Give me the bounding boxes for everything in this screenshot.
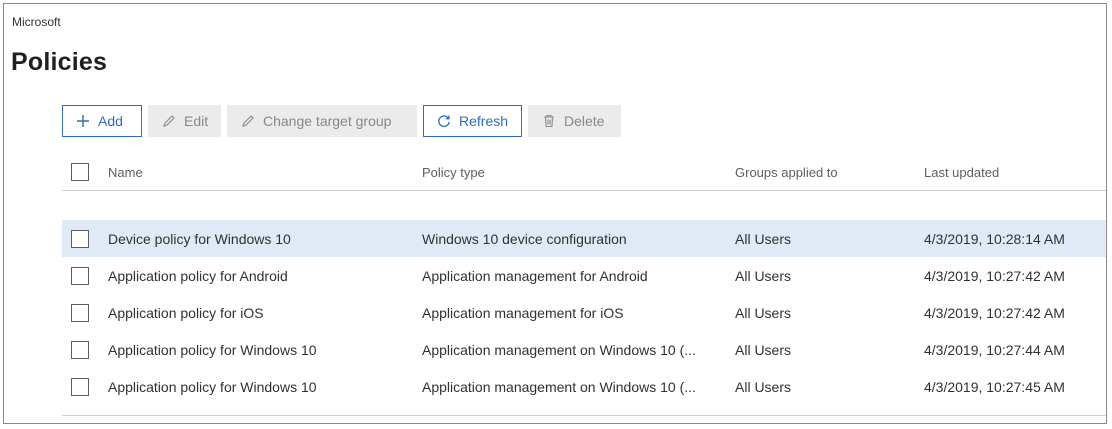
brand-label: Microsoft <box>12 15 61 29</box>
table-row[interactable]: Application policy for Android Applicati… <box>62 257 1106 294</box>
row-checkbox[interactable] <box>71 266 89 285</box>
table-row[interactable]: Device policy for Windows 10 Windows 10 … <box>62 220 1106 257</box>
edit-button-label: Edit <box>184 113 209 129</box>
cell-groups: All Users <box>735 267 792 284</box>
refresh-button-label: Refresh <box>459 113 509 129</box>
column-header-groups[interactable]: Groups applied to <box>735 154 915 190</box>
add-button-label: Add <box>98 113 123 129</box>
cell-name: Application policy for Windows 10 <box>108 378 317 395</box>
cell-last-updated: 4/3/2019, 10:28:14 AM <box>924 230 1065 247</box>
row-checkbox[interactable] <box>71 340 89 359</box>
cell-policy-type: Application management on Windows 10 (..… <box>422 378 696 395</box>
trash-icon <box>540 112 558 130</box>
cell-name: Application policy for Android <box>108 267 288 284</box>
change-target-group-button[interactable]: Change target group <box>227 105 417 137</box>
command-bar: Add Edit Change target group Refresh Del… <box>62 104 627 138</box>
cell-name: Device policy for Windows 10 <box>108 230 291 247</box>
cell-groups: All Users <box>735 341 792 358</box>
cell-policy-type: Application management for Android <box>422 267 648 284</box>
change-target-group-button-label: Change target group <box>263 113 392 129</box>
edit-button[interactable]: Edit <box>148 105 221 137</box>
select-all-checkbox[interactable] <box>71 163 89 181</box>
table-bottom-divider <box>62 415 1106 416</box>
plus-icon <box>74 112 92 130</box>
table-row[interactable]: Application policy for Windows 10 Applic… <box>62 368 1106 405</box>
cell-policy-type: Application management on Windows 10 (..… <box>422 341 696 358</box>
column-header-policy-type[interactable]: Policy type <box>422 154 732 190</box>
policies-table: Name Policy type Groups applied to Last … <box>62 154 1106 416</box>
delete-button-label: Delete <box>564 113 605 129</box>
delete-button[interactable]: Delete <box>528 105 621 137</box>
cell-groups: All Users <box>735 230 792 247</box>
row-checkbox[interactable] <box>71 303 89 322</box>
pencil-icon <box>239 112 257 130</box>
cell-policy-type: Windows 10 device configuration <box>422 230 627 247</box>
page-title: Policies <box>11 48 108 76</box>
cell-last-updated: 4/3/2019, 10:27:45 AM <box>924 378 1065 395</box>
cell-last-updated: 4/3/2019, 10:27:42 AM <box>924 267 1065 284</box>
cell-name: Application policy for iOS <box>108 304 264 321</box>
table-row[interactable]: Application policy for iOS Application m… <box>62 294 1106 331</box>
cell-policy-type: Application management for iOS <box>422 304 624 321</box>
cell-name: Application policy for Windows 10 <box>108 341 317 358</box>
row-checkbox[interactable] <box>71 229 89 248</box>
column-header-name[interactable]: Name <box>108 154 408 190</box>
cell-last-updated: 4/3/2019, 10:27:44 AM <box>924 341 1065 358</box>
column-header-last-updated[interactable]: Last updated <box>924 154 1106 190</box>
cell-last-updated: 4/3/2019, 10:27:42 AM <box>924 304 1065 321</box>
policies-window: Microsoft Policies Add Edit Change targe… <box>3 3 1107 424</box>
table-header: Name Policy type Groups applied to Last … <box>62 154 1106 191</box>
cell-groups: All Users <box>735 378 792 395</box>
add-button[interactable]: Add <box>62 105 142 137</box>
table-body: Device policy for Windows 10 Windows 10 … <box>62 220 1106 405</box>
cell-groups: All Users <box>735 304 792 321</box>
row-checkbox[interactable] <box>71 377 89 396</box>
refresh-icon <box>435 112 453 130</box>
refresh-button[interactable]: Refresh <box>423 105 522 137</box>
pencil-icon <box>160 112 178 130</box>
table-row[interactable]: Application policy for Windows 10 Applic… <box>62 331 1106 368</box>
